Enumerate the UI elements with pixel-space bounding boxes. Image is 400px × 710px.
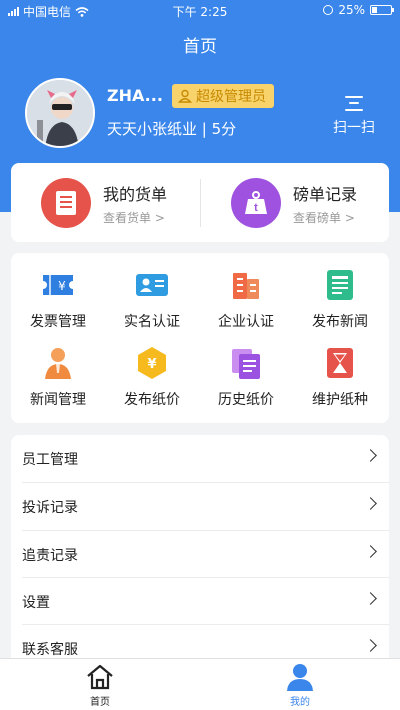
- tab-mine-label: 我的: [290, 697, 310, 708]
- grid-history-paper-price[interactable]: 历史纸价: [199, 345, 293, 409]
- grid-invoice-management[interactable]: ¥ 发票管理: [11, 267, 105, 331]
- svg-text:¥: ¥: [58, 279, 66, 293]
- chevron-right-icon: [364, 545, 377, 558]
- company-info: 天天小张纸业 | 5分: [107, 120, 237, 138]
- scan-label: 扫一扫: [333, 120, 375, 136]
- scan-icon: [345, 95, 363, 111]
- list-item-accountability-records[interactable]: 追责记录: [11, 531, 389, 578]
- orders-divider: [200, 179, 201, 227]
- grid-label: 维护纸种: [312, 392, 368, 408]
- list-item-label: 员工管理: [22, 451, 78, 468]
- grid-label: 企业认证: [218, 314, 274, 330]
- tab-bar: 首页 我的: [0, 658, 400, 710]
- weigh-records-subtitle: 查看磅单 >: [293, 210, 355, 225]
- id-card-icon: [134, 267, 170, 303]
- grid-company-verification[interactable]: 企业认证: [199, 267, 293, 331]
- user-outline-icon: [178, 89, 192, 103]
- my-orders-button[interactable]: 我的货单 查看货单 >: [41, 177, 167, 229]
- list-item-label: 追责记录: [22, 547, 78, 564]
- page-title: 首页: [183, 37, 217, 57]
- building-icon: [228, 267, 264, 303]
- my-orders-subtitle: 查看货单 >: [103, 210, 165, 225]
- history-docs-icon: [228, 345, 264, 381]
- home-icon: [85, 663, 115, 691]
- hourglass-icon: [322, 345, 358, 381]
- settings-list: 员工管理 投诉记录 追责记录 设置 联系客服: [11, 435, 389, 658]
- svg-text:t: t: [254, 202, 258, 214]
- features-grid: ¥ 发票管理 实名认证 企业认证 发布新闻 新闻管理 ¥ 发布纸价 历史纸价 维…: [11, 253, 389, 423]
- chevron-right-icon: [364, 497, 377, 510]
- tab-home-label: 首页: [90, 697, 110, 708]
- svg-text:¥: ¥: [147, 357, 156, 372]
- role-label: 超级管理员: [196, 89, 266, 105]
- my-orders-title: 我的货单: [103, 184, 168, 204]
- grid-label: 新闻管理: [30, 392, 86, 408]
- tab-home[interactable]: 首页: [70, 663, 130, 708]
- list-item-label: 联系客服: [22, 641, 78, 658]
- rotation-lock-icon: [323, 5, 334, 15]
- list-item-label: 投诉记录: [22, 499, 78, 516]
- grid-label: 发布新闻: [312, 314, 368, 330]
- grid-publish-news[interactable]: 发布新闻: [293, 267, 387, 331]
- chevron-right-icon: [364, 592, 377, 605]
- grid-publish-paper-price[interactable]: ¥ 发布纸价: [105, 345, 199, 409]
- invoice-icon: ¥: [40, 267, 76, 303]
- status-bar: 中国电信 下午 2:25 25%: [0, 0, 400, 22]
- grid-label: 历史纸价: [218, 392, 274, 408]
- grid-news-management[interactable]: 新闻管理: [11, 345, 105, 409]
- battery-icon: [370, 5, 394, 15]
- grid-label: 实名认证: [124, 314, 180, 330]
- list-item-contact-support[interactable]: 联系客服: [11, 625, 389, 658]
- weigh-records-title: 磅单记录: [293, 184, 358, 204]
- orders-card: 我的货单 查看货单 > t 磅单记录 查看磅单 >: [11, 163, 389, 242]
- person-icon: [40, 345, 76, 381]
- list-item-complaint-records[interactable]: 投诉记录: [11, 483, 389, 530]
- user-icon: [285, 663, 315, 691]
- grid-maintain-paper-type[interactable]: 维护纸种: [293, 345, 387, 409]
- scan-button[interactable]: 扫一扫: [330, 95, 378, 137]
- battery-info: 25%: [323, 3, 394, 17]
- username: ZHA...: [107, 86, 163, 105]
- role-badge: 超级管理员: [172, 84, 274, 108]
- list-item-employee-management[interactable]: 员工管理: [11, 435, 389, 482]
- news-icon: [322, 267, 358, 303]
- list-item-label: 设置: [22, 594, 50, 611]
- chevron-right-icon: [364, 449, 377, 462]
- tab-mine[interactable]: 我的: [270, 663, 330, 708]
- weigh-records-button[interactable]: t 磅单记录 查看磅单 >: [231, 177, 357, 229]
- list-item-settings[interactable]: 设置: [11, 578, 389, 625]
- battery-percent: 25%: [338, 3, 365, 17]
- scale-weight-icon: t: [231, 178, 281, 228]
- grid-label: 发票管理: [30, 314, 86, 330]
- chevron-right-icon: [364, 639, 377, 652]
- yuan-hexagon-icon: ¥: [134, 345, 170, 381]
- document-icon: [41, 178, 91, 228]
- grid-identity-verification[interactable]: 实名认证: [105, 267, 199, 331]
- avatar[interactable]: [25, 78, 95, 148]
- grid-label: 发布纸价: [124, 392, 180, 408]
